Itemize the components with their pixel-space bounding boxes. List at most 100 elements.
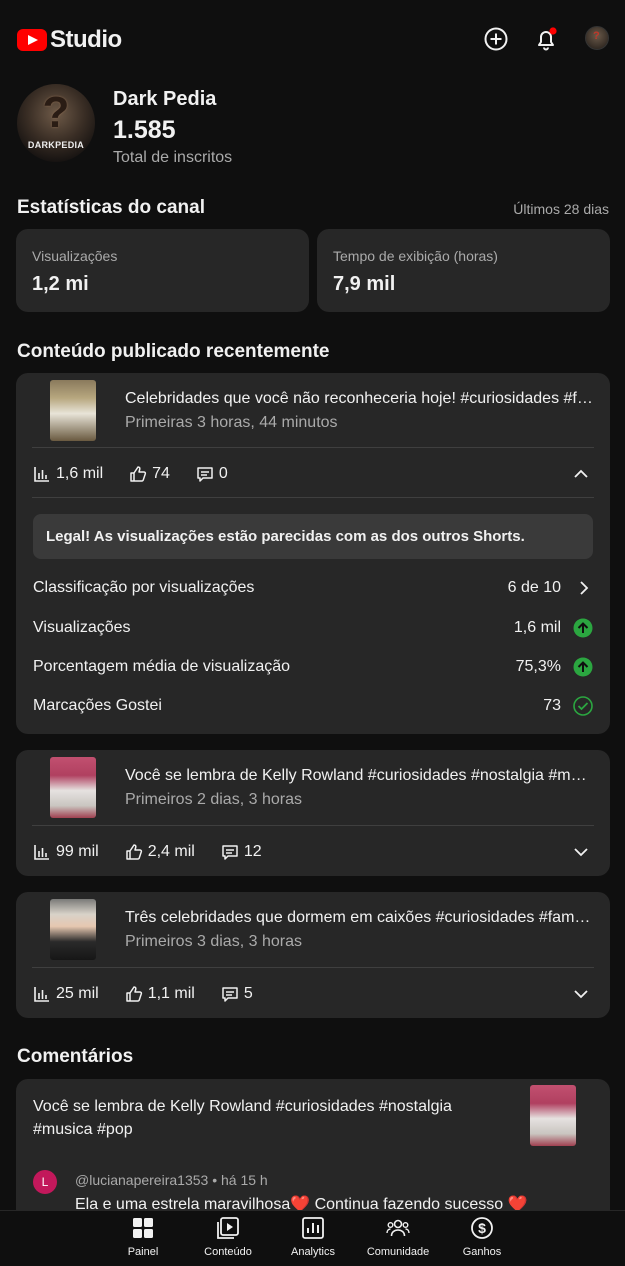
watch-time-stat-label: Tempo de exibição (horas) (333, 248, 498, 264)
channel-stats-title: Estatísticas do canal (17, 197, 205, 218)
views-value: 99 mil (56, 843, 99, 860)
video-title[interactable]: Três celebridades que dormem em caixões … (125, 909, 595, 927)
comment-icon (222, 987, 238, 1002)
nav-label: Comunidade (366, 1246, 430, 1258)
comment-card[interactable]: Você se lembra de Kelly Rowland #curiosi… (16, 1079, 610, 1229)
community-icon (386, 1219, 410, 1237)
nav-label: Ganhos (462, 1246, 502, 1258)
likes-metric: 2,4 mil (125, 843, 195, 861)
recent-content-title: Conteúdo publicado recentemente (17, 341, 330, 362)
chevron-right-icon (580, 581, 589, 595)
likes-value: 2,4 mil (147, 843, 195, 860)
likes-row: Marcações Gostei 73 (33, 695, 593, 717)
views-stat-label: Visualizações (32, 248, 118, 264)
comments-metric: 12 (221, 843, 262, 861)
content-icon (217, 1217, 239, 1239)
nav-item-painel[interactable]: Painel (98, 1216, 188, 1258)
video-title[interactable]: Você se lembra de Kelly Rowland #curiosi… (125, 767, 595, 785)
ranking-label: Classificação por visualizações (33, 579, 255, 596)
svg-text:$: $ (478, 1220, 486, 1236)
account-avatar[interactable]: ? (585, 26, 609, 50)
video-metrics: 25 mil 1,1 mil 5 (33, 984, 279, 1004)
video-card-3: Três celebridades que dormem em caixões … (16, 892, 610, 1018)
video-thumbnail[interactable] (50, 380, 96, 441)
channel-avatar-logo: DARKPEDIA (27, 140, 85, 150)
thumbs-up-icon (125, 844, 142, 860)
studio-logo[interactable]: Studio (17, 26, 122, 54)
comments-value: 12 (243, 843, 262, 860)
avg-view-label: Porcentagem média de visualização (33, 658, 291, 675)
top-bar: Studio ? (0, 0, 625, 76)
performance-tip-text: Legal! As visualizações estão parecidas … (46, 528, 525, 545)
views-metric: 25 mil (33, 985, 99, 1003)
video-thumbnail[interactable] (50, 757, 96, 818)
earn-icon: $ (471, 1217, 493, 1239)
divider (32, 967, 594, 968)
nav-label: Conteúdo (204, 1246, 252, 1258)
nav-item-conteudo[interactable]: Conteúdo (183, 1216, 273, 1258)
performance-tip: Legal! As visualizações estão parecidas … (33, 514, 593, 559)
video-card-2: Você se lembra de Kelly Rowland #curiosi… (16, 750, 610, 876)
views-row: Visualizações 1,6 mil (33, 617, 593, 639)
video-metrics: 1,6 mil 74 0 (33, 464, 254, 484)
avg-view-value: 75,3% (515, 658, 561, 675)
brand-label: Studio (50, 26, 122, 53)
watch-time-stat-card[interactable]: Tempo de exibição (horas) 7,9 mil (317, 229, 610, 312)
video-period: Primeiros 3 dias, 3 horas (125, 933, 302, 950)
create-icon[interactable] (483, 26, 509, 52)
chevron-up-icon[interactable] (572, 465, 590, 483)
views-row-label: Visualizações (33, 619, 131, 636)
bottom-navigation: Painel Conteúdo Analytics Comunidade $ G… (0, 1210, 625, 1266)
watch-time-stat-value: 7,9 mil (333, 273, 396, 295)
likes-value: 74 (152, 465, 170, 482)
chevron-down-icon[interactable] (572, 843, 590, 861)
views-metric: 1,6 mil (33, 465, 103, 483)
bar-chart-icon (34, 467, 49, 482)
channel-name: Dark Pedia (113, 88, 217, 110)
likes-metric: 1,1 mil (125, 985, 195, 1003)
nav-item-ganhos[interactable]: $ Ganhos (437, 1216, 527, 1258)
video-period: Primeiras 3 horas, 44 minutos (125, 414, 338, 431)
video-metrics: 99 mil 2,4 mil 12 (33, 842, 288, 862)
likes-value: 1,1 mil (147, 985, 195, 1002)
divider (32, 497, 594, 498)
ranking-value: 6 de 10 (507, 579, 561, 596)
bar-chart-icon (34, 845, 49, 860)
views-value: 1,6 mil (56, 465, 104, 482)
nav-item-analytics[interactable]: Analytics (268, 1216, 358, 1258)
views-value: 25 mil (56, 985, 99, 1002)
comment-icon (222, 845, 238, 860)
ranking-row[interactable]: Classificação por visualizações 6 de 10 (33, 577, 593, 599)
subscriber-label: Total de inscritos (113, 149, 233, 166)
notifications-bell-icon[interactable] (533, 26, 559, 52)
thumbs-up-icon (125, 986, 142, 1002)
nav-label: Painel (127, 1246, 159, 1258)
nav-item-comunidade[interactable]: Comunidade (353, 1216, 443, 1258)
views-stat-card[interactable]: Visualizações 1,2 mi (16, 229, 309, 312)
comments-value: 0 (218, 465, 228, 482)
video-thumbnail[interactable] (50, 899, 96, 960)
comment-video-title: Você se lembra de Kelly Rowland #curiosi… (33, 1098, 452, 1138)
views-stat-value: 1,2 mi (32, 273, 89, 295)
dashboard-icon (133, 1218, 153, 1238)
chevron-down-icon[interactable] (572, 985, 590, 1003)
likes-metric: 74 (129, 465, 170, 483)
views-row-value: 1,6 mil (513, 619, 561, 636)
divider (32, 825, 594, 826)
video-title[interactable]: Celebridades que você não reconheceria h… (125, 390, 595, 408)
channel-avatar: ? DARKPEDIA (17, 84, 95, 162)
divider (32, 447, 594, 448)
commenter-handle: @lucianapereira1353 • há 15 h (75, 1172, 268, 1188)
check-circle-icon (573, 696, 593, 716)
likes-row-value: 73 (543, 697, 561, 714)
youtube-logo-icon (17, 29, 47, 51)
stats-period[interactable]: Últimos 28 dias (513, 201, 609, 217)
video-card-1: Celebridades que você não reconheceria h… (16, 373, 610, 734)
comment-video-thumbnail (530, 1085, 576, 1146)
comments-value: 5 (243, 985, 253, 1002)
likes-row-label: Marcações Gostei (33, 697, 162, 714)
arrow-up-circle-icon (573, 657, 593, 677)
bar-chart-icon (34, 987, 49, 1002)
thumbs-up-icon (130, 466, 147, 482)
video-period: Primeiros 2 dias, 3 horas (125, 791, 302, 808)
